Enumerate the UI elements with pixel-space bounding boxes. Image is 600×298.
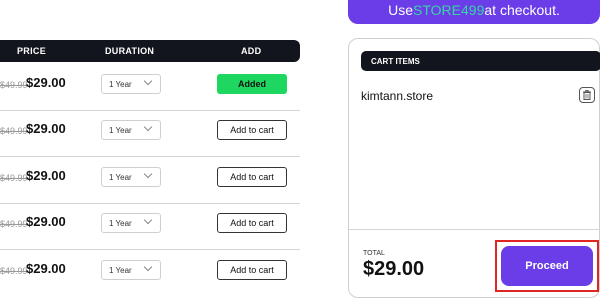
duration-select[interactable]: 1 Year [101, 74, 161, 94]
price: $29.00 [26, 121, 66, 136]
add-to-cart-button[interactable]: Add to cart [217, 213, 287, 233]
promo-prefix: Use [388, 2, 414, 18]
table-row: $49.99 $29.00 1 Year Add to cart [0, 157, 300, 204]
chevron-down-icon [143, 122, 153, 132]
duration-select[interactable]: 1 Year [101, 213, 161, 233]
duration-select[interactable]: 1 Year [101, 167, 161, 187]
duration-value: 1 Year [109, 126, 132, 135]
add-to-cart-button[interactable]: Add to cart [217, 260, 287, 280]
price: $29.00 [26, 261, 66, 276]
table-header: PRICE DURATION ADD [0, 40, 300, 62]
added-button[interactable]: Added [217, 74, 287, 94]
cart-header: CART ITEMS [361, 51, 600, 71]
chevron-down-icon [143, 262, 153, 272]
price: $29.00 [26, 75, 66, 90]
old-price: $49.99 [0, 80, 28, 90]
duration-select[interactable]: 1 Year [101, 260, 161, 280]
add-to-cart-button[interactable]: Add to cart [217, 120, 287, 140]
cart-divider [349, 229, 600, 230]
promo-code: STORE499 [413, 2, 485, 18]
old-price: $49.99 [0, 173, 28, 183]
add-to-cart-button[interactable]: Add to cart [217, 167, 287, 187]
promo-banner: Use STORE499 at checkout. [348, 0, 600, 24]
cart-header-label: CART ITEMS [371, 57, 420, 66]
old-price: $49.99 [0, 219, 28, 229]
trash-icon[interactable] [579, 87, 595, 103]
table-row: $49.99 $29.00 1 Year Add to cart [0, 250, 300, 296]
proceed-button[interactable]: Proceed [501, 246, 593, 286]
price: $29.00 [26, 214, 66, 229]
table-row: $49.99 $29.00 1 Year Add to cart [0, 110, 300, 157]
duration-value: 1 Year [109, 219, 132, 228]
table-row: $49.99 $29.00 1 Year Added [0, 64, 300, 111]
header-duration: DURATION [105, 46, 155, 56]
old-price: $49.99 [0, 266, 28, 276]
cart-panel: CART ITEMS kimtann.store TOTAL $29.00 Pr… [348, 38, 600, 298]
duration-value: 1 Year [109, 266, 132, 275]
cart-item-name: kimtann.store [361, 89, 434, 103]
price: $29.00 [26, 168, 66, 183]
old-price: $49.99 [0, 126, 28, 136]
duration-select[interactable]: 1 Year [101, 120, 161, 140]
total-label: TOTAL [363, 250, 385, 257]
duration-value: 1 Year [109, 80, 132, 89]
header-add: ADD [241, 46, 262, 56]
table-row: $49.99 $29.00 1 Year Add to cart [0, 203, 300, 250]
chevron-down-icon [143, 169, 153, 179]
header-price: PRICE [17, 46, 47, 56]
proceed-highlight: Proceed [495, 240, 599, 292]
promo-suffix: at checkout. [484, 2, 560, 18]
duration-value: 1 Year [109, 173, 132, 182]
total-value: $29.00 [363, 258, 425, 280]
chevron-down-icon [143, 215, 153, 225]
chevron-down-icon [143, 76, 153, 86]
